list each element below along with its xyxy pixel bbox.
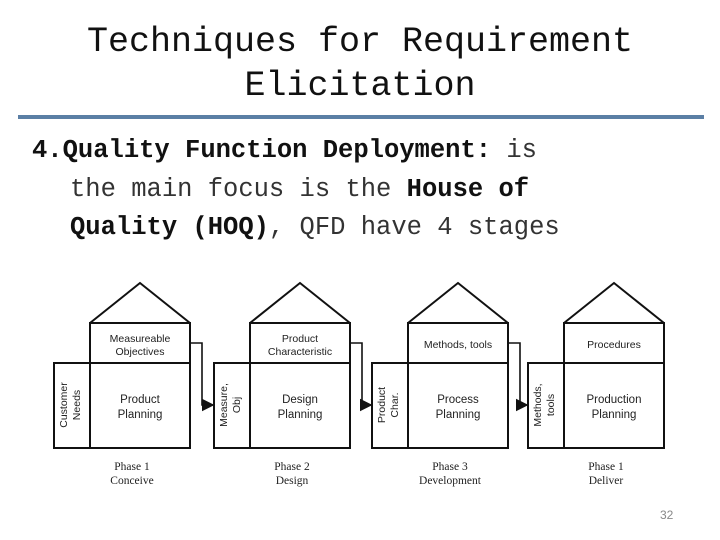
body-paragraph: 4.Quality Function Deployment: is the ma… (32, 132, 712, 248)
title-divider (18, 115, 704, 119)
main-label: Production (587, 394, 642, 406)
side-label: Measure, (218, 383, 230, 427)
side-label: Customer (58, 382, 70, 428)
roof (89, 281, 191, 324)
main-label: Planning (118, 409, 163, 421)
roof-label: Methods, tools (424, 339, 492, 351)
house-phase-2: ProductCharacteristic Measure, Obj Design Pl… (213, 281, 351, 487)
phase-label: Phase 1 (588, 461, 624, 473)
side-label: Methods, (532, 383, 544, 426)
title-line-2: Elicitation (244, 66, 476, 106)
house-phase-3: Methods, tools Product Char. Process Plannin… (371, 281, 509, 487)
title-line-1: Techniques for Requirement (86, 22, 634, 62)
phase-name: Deliver (589, 475, 624, 487)
body-bold-house: House of (406, 174, 530, 204)
phase-label: Phase 3 (432, 461, 468, 473)
slide-title: Techniques for Requirement Elicitation (0, 20, 720, 108)
connector-arrow (350, 342, 373, 412)
main-label: Design (282, 394, 318, 406)
phase-name: Design (276, 475, 309, 487)
body-line-1: 4.Quality Function Deployment: is (32, 132, 712, 171)
body-bold-hoq: Quality (HOQ) (70, 213, 269, 242)
page-number: 32 (660, 508, 674, 522)
roof-label: Procedures (587, 339, 641, 351)
phase-name: Development (419, 475, 482, 487)
body-line-3: Quality (HOQ), QFD have 4 stages (32, 209, 712, 248)
body-text: , QFD have 4 stages (268, 213, 560, 242)
roof (249, 281, 351, 324)
main-label: Planning (592, 409, 637, 421)
connector-arrow (190, 342, 215, 412)
roof-label: Product (282, 333, 318, 345)
roof-label: Objectives (115, 346, 164, 358)
connector-arrow (508, 342, 529, 412)
phase-label: Phase 2 (274, 461, 310, 473)
house-phase-1: MeasureableObjectives Customer Needs Produc… (53, 281, 191, 487)
side-label: Product (376, 387, 388, 423)
side-label: Char. (389, 392, 401, 417)
house-phase-4: Procedures Methods, tools Production Plannin… (527, 281, 665, 487)
main-label: Planning (436, 409, 481, 421)
body-line-2: the main focus is the House of (32, 171, 712, 210)
roof (563, 281, 665, 324)
main-label: Planning (278, 409, 323, 421)
phase-label: Phase 1 (114, 461, 150, 473)
phase-name: Conceive (110, 475, 153, 487)
qfd-house-of-quality-diagram: MeasureableObjectives Customer Needs Produc… (53, 281, 665, 487)
side-label: tools (545, 394, 557, 416)
main-label: Product (120, 394, 160, 406)
body-text: is (491, 136, 537, 165)
side-label: Obj (231, 397, 243, 413)
body-text: the main focus is the (70, 174, 407, 204)
body-bold-qfd: 4.Quality Function Deployment: (32, 136, 492, 165)
main-label: Process (437, 394, 479, 406)
roof-label: Measureable (110, 333, 171, 345)
side-label: Needs (71, 390, 83, 420)
roof (407, 281, 509, 324)
roof-label: Characteristic (268, 346, 332, 358)
